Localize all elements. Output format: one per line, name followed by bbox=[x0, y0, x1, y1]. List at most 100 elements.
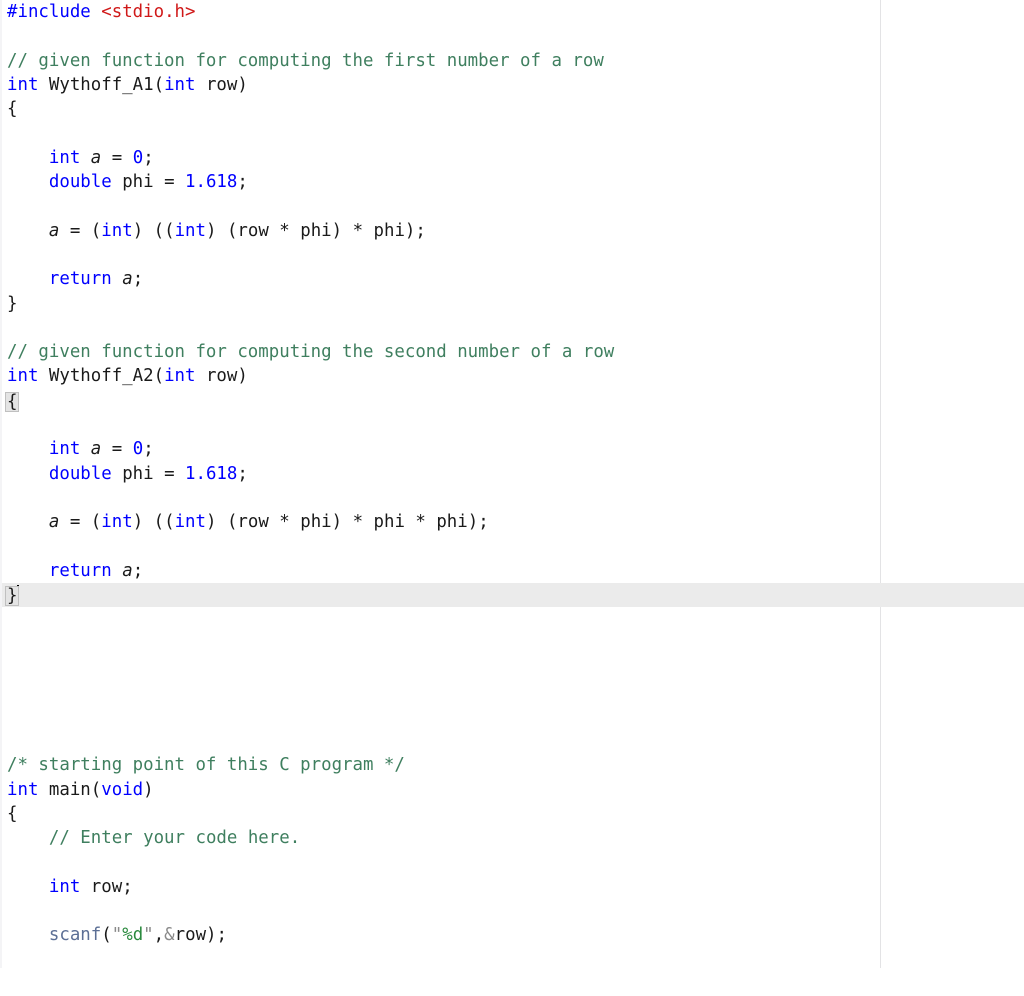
code-line[interactable] bbox=[2, 607, 1024, 631]
code-line[interactable]: { bbox=[2, 97, 1024, 121]
code-line[interactable] bbox=[2, 535, 1024, 559]
code-token: main( bbox=[38, 779, 102, 800]
code-token: Wythoff_A1( bbox=[38, 74, 165, 95]
code-lines-container[interactable]: #include <stdio.h> // given function for… bbox=[2, 0, 1024, 996]
code-token: 0 bbox=[132, 147, 144, 168]
code-token: %d bbox=[122, 925, 144, 946]
code-token: = ( bbox=[59, 512, 102, 533]
code-token: ; bbox=[237, 463, 248, 484]
code-line[interactable]: } bbox=[2, 583, 1024, 607]
code-line[interactable] bbox=[2, 486, 1024, 510]
code-token: int bbox=[174, 512, 206, 533]
code-line[interactable] bbox=[2, 948, 1024, 972]
code-line[interactable] bbox=[2, 632, 1024, 656]
code-token: <stdio.h> bbox=[101, 2, 196, 22]
code-line[interactable] bbox=[2, 899, 1024, 923]
code-line[interactable] bbox=[2, 656, 1024, 680]
code-line[interactable] bbox=[2, 680, 1024, 704]
code-line[interactable] bbox=[2, 24, 1024, 48]
code-token: double bbox=[48, 463, 112, 484]
code-line[interactable]: // Enter your code here. bbox=[2, 826, 1024, 850]
code-token: a bbox=[48, 220, 60, 241]
code-token: " bbox=[111, 925, 123, 946]
code-token: = bbox=[101, 147, 133, 168]
code-token: return bbox=[48, 560, 112, 581]
code-token: int bbox=[7, 366, 39, 387]
code-token: /* starting point of this C program */ bbox=[7, 755, 405, 776]
code-editor[interactable]: #include <stdio.h> // given function for… bbox=[0, 0, 1024, 968]
code-token: 0 bbox=[132, 439, 144, 460]
code-line[interactable] bbox=[2, 413, 1024, 437]
code-token: ) (row * phi) * phi); bbox=[206, 220, 426, 241]
code-line[interactable] bbox=[2, 705, 1024, 729]
code-token: a bbox=[90, 147, 102, 168]
code-token: ; bbox=[143, 147, 154, 168]
code-line[interactable]: #include <stdio.h> bbox=[2, 0, 1024, 24]
code-token: 1.618 bbox=[185, 463, 238, 484]
code-token: { bbox=[7, 803, 18, 824]
code-line[interactable]: int Wythoff_A1(int row) bbox=[2, 73, 1024, 97]
code-line[interactable]: int a = 0; bbox=[2, 146, 1024, 170]
code-line[interactable]: int Wythoff_A2(int row) bbox=[2, 364, 1024, 388]
code-line[interactable]: return a; bbox=[2, 267, 1024, 291]
code-token: double bbox=[48, 172, 112, 193]
code-line[interactable]: double phi = 1.618; bbox=[2, 462, 1024, 486]
code-token: ( bbox=[101, 925, 112, 946]
code-token: int bbox=[101, 220, 133, 241]
code-token: phi = bbox=[111, 463, 186, 484]
code-line[interactable]: /* starting point of this C program */ bbox=[2, 753, 1024, 777]
code-token: { bbox=[7, 99, 18, 120]
code-line[interactable]: int main(void) bbox=[2, 778, 1024, 802]
code-line[interactable]: a = (int) ((int) (row * phi) * phi); bbox=[2, 219, 1024, 243]
code-token: ; bbox=[237, 172, 248, 193]
code-token: Wythoff_A2( bbox=[38, 366, 165, 387]
code-line[interactable]: { bbox=[2, 802, 1024, 826]
code-token: } bbox=[7, 293, 18, 314]
code-line[interactable] bbox=[2, 850, 1024, 874]
code-token: ; bbox=[132, 560, 144, 581]
code-token: return bbox=[48, 269, 112, 290]
brace-match-box: { bbox=[5, 391, 20, 412]
code-line[interactable] bbox=[2, 316, 1024, 340]
code-token: #include bbox=[7, 2, 91, 22]
code-line[interactable] bbox=[2, 243, 1024, 267]
code-line[interactable]: scanf("%d",&row); bbox=[2, 923, 1024, 947]
brace-match-box: } bbox=[5, 586, 20, 607]
code-token: a bbox=[122, 560, 133, 581]
code-token: ; bbox=[132, 269, 144, 290]
code-line[interactable] bbox=[2, 972, 1024, 996]
code-token: int bbox=[101, 512, 133, 533]
code-line[interactable]: // given function for computing the seco… bbox=[2, 340, 1024, 364]
code-line[interactable]: a = (int) ((int) (row * phi) * phi * phi… bbox=[2, 510, 1024, 534]
code-token: void bbox=[101, 779, 144, 800]
code-line[interactable]: double phi = 1.618; bbox=[2, 170, 1024, 194]
code-token: // given function for computing the firs… bbox=[7, 50, 604, 71]
code-token: row); bbox=[174, 925, 227, 946]
code-token: row; bbox=[80, 876, 133, 897]
code-token: ; bbox=[143, 439, 154, 460]
code-line[interactable]: int a = 0; bbox=[2, 437, 1024, 461]
code-line[interactable]: } bbox=[2, 292, 1024, 316]
code-line[interactable]: int row; bbox=[2, 875, 1024, 899]
code-line[interactable]: return a; bbox=[2, 559, 1024, 583]
code-line[interactable]: { bbox=[2, 389, 1024, 413]
code-token: int bbox=[164, 74, 196, 95]
code-token: ) (row * phi) * phi * phi); bbox=[206, 512, 489, 533]
code-token: row) bbox=[195, 74, 248, 95]
code-line[interactable]: // given function for computing the firs… bbox=[2, 49, 1024, 73]
code-token: ) bbox=[143, 779, 154, 800]
code-token: int bbox=[174, 220, 206, 241]
code-line[interactable] bbox=[2, 194, 1024, 218]
code-line[interactable] bbox=[2, 729, 1024, 753]
code-token: // Enter your code here. bbox=[48, 828, 301, 849]
code-token: int bbox=[48, 439, 81, 460]
code-line[interactable] bbox=[2, 121, 1024, 145]
